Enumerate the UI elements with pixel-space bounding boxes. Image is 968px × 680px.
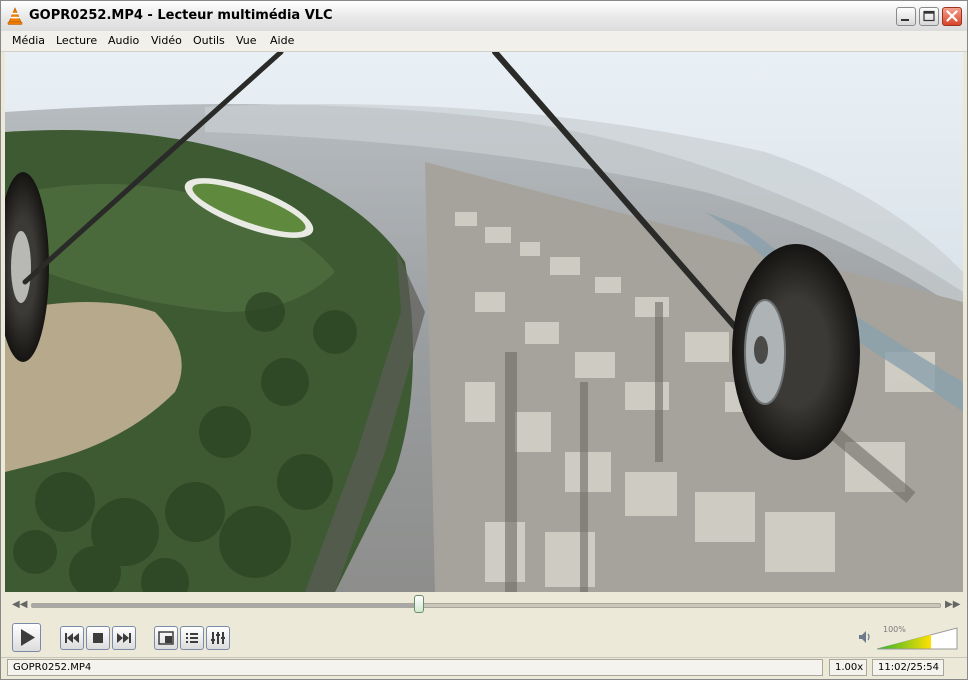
fullscreen-button[interactable] (154, 626, 178, 650)
previous-button[interactable] (60, 626, 84, 650)
seek-forward-icon[interactable]: ▶▶ (945, 599, 960, 610)
menu-audio[interactable]: Audio (108, 34, 139, 47)
menu-playback[interactable]: Lecture (56, 34, 97, 47)
volume-percent: 100% (883, 625, 906, 634)
minimize-icon (901, 19, 909, 21)
close-icon (946, 10, 958, 22)
title-bar[interactable]: GOPR0252.MP4 - Lecteur multimédia VLC (1, 1, 967, 32)
time-display[interactable]: 11:02/25:54 (872, 659, 944, 676)
playback-speed[interactable]: 1.00x (829, 659, 867, 676)
stop-icon (93, 633, 103, 643)
minimize-button[interactable] (896, 7, 916, 26)
previous-icon (65, 633, 79, 643)
play-button[interactable] (12, 623, 41, 652)
close-button[interactable] (942, 7, 962, 26)
play-icon (21, 629, 35, 646)
seek-bar[interactable] (31, 603, 941, 608)
menu-help[interactable]: Aide (270, 34, 294, 47)
stop-button[interactable] (86, 626, 110, 650)
playlist-button[interactable] (180, 626, 204, 650)
seek-back-icon[interactable]: ◀◀ (12, 599, 27, 610)
next-button[interactable] (112, 626, 136, 650)
menu-bar: Média Lecture Audio Vidéo Outils Vue Aid… (1, 31, 967, 52)
seek-handle[interactable] (413, 595, 424, 613)
playlist-icon (186, 633, 198, 643)
menu-media[interactable]: Média (12, 34, 45, 47)
video-frame[interactable] (5, 52, 963, 592)
menu-tools[interactable]: Outils (193, 34, 225, 47)
extended-settings-button[interactable] (206, 626, 230, 650)
window-title: GOPR0252.MP4 - Lecteur multimédia VLC (29, 8, 333, 23)
vlc-window: GOPR0252.MP4 - Lecteur multimédia VLC Mé… (0, 0, 968, 680)
menu-view[interactable]: Vue (236, 34, 257, 47)
vlc-cone-icon (7, 7, 23, 25)
next-icon (117, 633, 131, 643)
aerial-city-video (5, 52, 963, 592)
status-filename: GOPR0252.MP4 (7, 659, 823, 676)
extended-settings-icon (211, 632, 225, 644)
seek-bar-fill (32, 604, 420, 607)
speaker-icon[interactable] (857, 629, 873, 645)
fullscreen-icon (158, 631, 174, 645)
menu-video[interactable]: Vidéo (151, 34, 182, 47)
maximize-button[interactable] (919, 7, 939, 26)
maximize-icon (923, 10, 935, 22)
